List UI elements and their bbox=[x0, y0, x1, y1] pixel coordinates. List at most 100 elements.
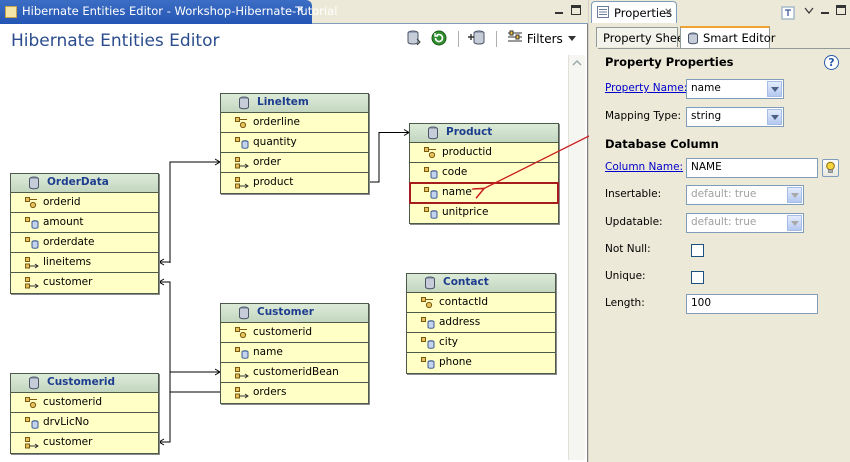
view-menu-icon[interactable] bbox=[803, 5, 815, 17]
entity-property[interactable]: orders bbox=[221, 383, 368, 403]
entity-property[interactable]: customer bbox=[11, 433, 158, 453]
entity-product[interactable]: Product productid code name unitprice bbox=[409, 123, 559, 224]
length-input[interactable]: 100 bbox=[686, 294, 818, 314]
chevron-down-icon[interactable] bbox=[787, 187, 802, 203]
properties-tab-bar: Properties ✕ bbox=[589, 0, 850, 24]
entity-orderdata[interactable]: OrderData orderid amount orderdate lineitems… bbox=[10, 173, 159, 294]
entity-header[interactable]: Product bbox=[410, 124, 558, 143]
entity-property[interactable]: address bbox=[407, 313, 555, 333]
key-icon bbox=[424, 147, 438, 159]
entity-property[interactable]: contactId bbox=[407, 293, 555, 313]
property-name: unitprice bbox=[442, 206, 489, 218]
entity-lineitem[interactable]: LineItem orderline quantity order product bbox=[220, 93, 369, 194]
entity-property[interactable]: orderdate bbox=[11, 233, 158, 253]
entity-property[interactable]: orderline bbox=[221, 113, 368, 133]
column-icon bbox=[424, 187, 438, 199]
column-name-link[interactable]: Column Name: bbox=[605, 161, 683, 173]
property-name-link[interactable]: Property Name: bbox=[605, 82, 687, 94]
editor-tab-bar: Hibernate Entities Editor - Workshop-Hib… bbox=[0, 0, 588, 24]
chevron-down-icon[interactable] bbox=[787, 215, 802, 231]
hibernate-file-icon bbox=[5, 6, 17, 18]
new-entity-icon[interactable] bbox=[468, 29, 486, 47]
entity-property[interactable]: product bbox=[221, 173, 368, 193]
entity-customerid[interactable]: Customerid customerid drvLicNo customer bbox=[10, 373, 159, 454]
filters-label: Filters bbox=[526, 31, 563, 46]
column-icon bbox=[424, 207, 438, 219]
property-name: customerid bbox=[43, 396, 103, 408]
entity-header[interactable]: OrderData bbox=[11, 174, 158, 193]
column-icon bbox=[424, 167, 438, 179]
entity-property[interactable]: order bbox=[221, 153, 368, 173]
entity-property[interactable]: name bbox=[221, 343, 368, 363]
entity-property[interactable]: lineitems bbox=[11, 253, 158, 273]
property-name: code bbox=[442, 166, 468, 178]
entity-property[interactable]: customerid bbox=[11, 393, 158, 413]
unique-label: Unique: bbox=[605, 270, 646, 282]
entity-icon bbox=[238, 96, 251, 110]
chevron-down-icon bbox=[567, 32, 577, 46]
key-icon bbox=[235, 117, 249, 129]
entity-property[interactable]: phone bbox=[407, 353, 555, 373]
tab-smart-editor[interactable]: Smart Editor bbox=[680, 26, 775, 48]
not-null-checkbox[interactable] bbox=[691, 244, 704, 257]
entity-name: Contact bbox=[443, 276, 489, 288]
property-name-select[interactable]: name bbox=[686, 79, 784, 99]
properties-tab-close-icon[interactable]: ✕ bbox=[664, 7, 672, 18]
entity-property[interactable]: customeridBean bbox=[221, 363, 368, 383]
pin-view-icon[interactable] bbox=[781, 6, 795, 20]
refresh-icon[interactable] bbox=[430, 29, 448, 47]
entity-property[interactable]: customer bbox=[11, 273, 158, 293]
help-icon[interactable]: ? bbox=[824, 55, 839, 70]
column-icon bbox=[25, 217, 39, 229]
maximize-icon[interactable] bbox=[835, 4, 847, 16]
properties-tab[interactable]: Properties ✕ bbox=[591, 1, 677, 23]
property-name: orderid bbox=[43, 196, 81, 208]
diagram-scrollbar[interactable] bbox=[568, 55, 585, 460]
mapping-type-select[interactable]: string bbox=[686, 107, 784, 127]
entity-property[interactable]: code bbox=[410, 163, 558, 183]
unique-checkbox[interactable] bbox=[691, 271, 704, 284]
tab-property-sheet[interactable]: Property Sheet bbox=[596, 27, 689, 47]
editor-tab[interactable]: Hibernate Entities Editor - Workshop-Hib… bbox=[0, 0, 337, 24]
entity-property[interactable]: orderid bbox=[11, 193, 158, 213]
scroll-up-icon[interactable] bbox=[571, 57, 583, 69]
entity-name: LineItem bbox=[257, 96, 309, 108]
entity-property[interactable]: city bbox=[407, 333, 555, 353]
minimize-icon[interactable] bbox=[819, 4, 831, 16]
entity-header[interactable]: Customerid bbox=[11, 374, 158, 393]
property-name: orders bbox=[253, 386, 287, 398]
entity-property[interactable]: productid bbox=[410, 143, 558, 163]
relation-icon bbox=[235, 177, 249, 189]
entity-header[interactable]: Customer bbox=[221, 304, 368, 323]
chevron-down-icon[interactable] bbox=[767, 81, 782, 97]
updatable-select[interactable]: default: true bbox=[686, 213, 804, 233]
entity-header[interactable]: LineItem bbox=[221, 94, 368, 113]
filters-button[interactable]: Filters bbox=[507, 30, 577, 48]
entities-layer: LineItem orderline quantity order product Pro… bbox=[3, 52, 567, 458]
property-name: customer bbox=[43, 276, 93, 288]
column-icon bbox=[421, 357, 435, 369]
editor-header: Hibernate Entities Editor Filters bbox=[0, 25, 588, 55]
entity-contact[interactable]: Contact contactId address city phone bbox=[406, 273, 556, 374]
relation-icon bbox=[235, 387, 249, 399]
entity-header[interactable]: Contact bbox=[407, 274, 555, 293]
length-label: Length: bbox=[605, 297, 645, 309]
property-name: name bbox=[442, 186, 472, 198]
entity-property-selected[interactable]: name bbox=[409, 182, 559, 204]
chevron-down-icon[interactable] bbox=[767, 109, 782, 125]
column-name-input[interactable]: NAME bbox=[686, 158, 818, 178]
relation-icon bbox=[235, 367, 249, 379]
database-icon[interactable] bbox=[406, 29, 424, 47]
editor-tab-close-icon[interactable]: ✕ bbox=[296, 5, 304, 16]
entity-property[interactable]: unitprice bbox=[410, 203, 558, 223]
insertable-select[interactable]: default: true bbox=[686, 185, 804, 205]
entity-property[interactable]: customerid bbox=[221, 323, 368, 343]
entity-property[interactable]: amount bbox=[11, 213, 158, 233]
column-icon bbox=[235, 137, 249, 149]
minimize-icon[interactable] bbox=[553, 4, 565, 16]
maximize-icon[interactable] bbox=[570, 4, 582, 16]
entity-customer[interactable]: Customer customerid name customeridBean orde… bbox=[220, 303, 369, 404]
entity-property[interactable]: quantity bbox=[221, 133, 368, 153]
entity-property[interactable]: drvLicNo bbox=[11, 413, 158, 433]
lightbulb-icon[interactable] bbox=[822, 159, 839, 177]
